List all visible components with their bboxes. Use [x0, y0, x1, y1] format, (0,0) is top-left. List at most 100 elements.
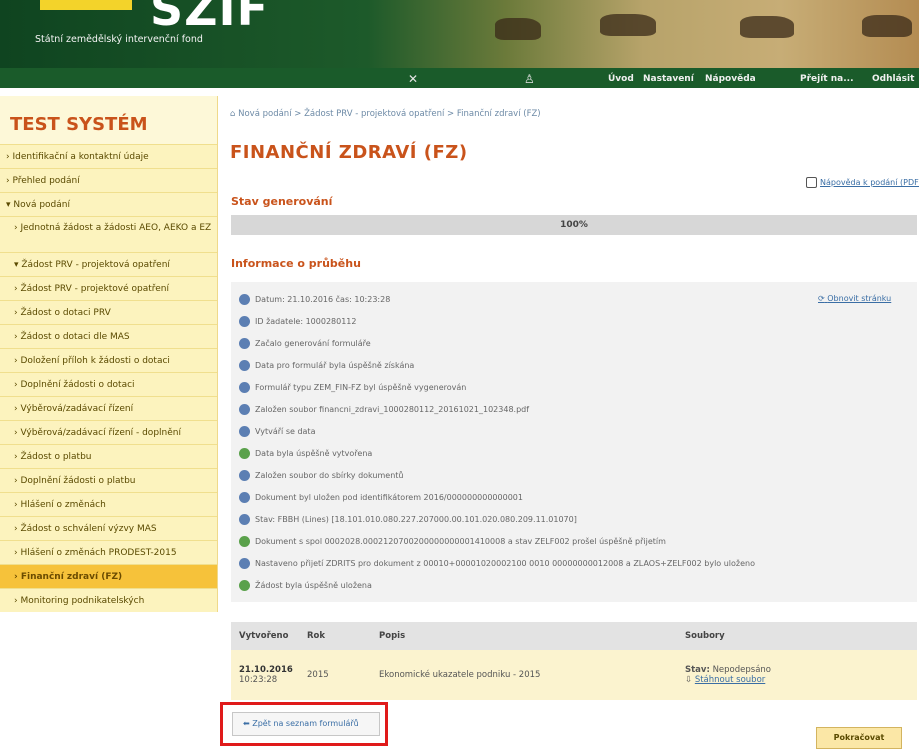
sidebar-item[interactable]: › Monitoring podnikatelských: [0, 588, 217, 612]
sidebar-title: TEST SYSTÉM: [0, 96, 217, 144]
info-icon: [239, 360, 250, 371]
download-link[interactable]: ⇩ Stáhnout soubor: [685, 675, 917, 685]
sidebar-item-label: Žádost PRV - projektové opatření: [20, 284, 169, 294]
document-icon: [806, 177, 817, 188]
page-title: FINANČNÍ ZDRAVÍ (FZ): [230, 142, 468, 163]
sidebar-item-label: Výběrová/zadávací řízení: [20, 404, 134, 414]
info-row: Data byla úspěšně vytvořena: [239, 448, 372, 459]
info-icon: [239, 294, 250, 305]
cow-image: [862, 15, 912, 37]
info-row: ID žadatele: 1000280112: [239, 316, 356, 327]
info-row: Dokument byl uložen pod identifikátorem …: [239, 492, 523, 503]
sidebar-item[interactable]: ▾ Nová podání: [0, 192, 217, 216]
breadcrumb-text[interactable]: Nová podání > Žádost PRV - projektová op…: [238, 109, 541, 119]
breadcrumb[interactable]: ⌂ Nová podání > Žádost PRV - projektová …: [230, 109, 541, 119]
success-icon: [239, 448, 250, 459]
info-row: Vytváří se data: [239, 426, 315, 437]
back-to-forms-button[interactable]: ⬅ Zpět na seznam formulářů: [232, 712, 380, 736]
sidebar-item-label: Žádost o dotaci dle MAS: [20, 332, 130, 342]
sidebar-item[interactable]: › Žádost PRV - projektové opatření: [0, 276, 217, 300]
success-icon: [239, 580, 250, 591]
sidebar-item[interactable]: › Žádost o dotaci dle MAS: [0, 324, 217, 348]
sidebar-item[interactable]: › Žádost o platbu: [0, 444, 217, 468]
download-link-label[interactable]: Stáhnout soubor: [695, 675, 765, 685]
sidebar-item[interactable]: › Přehled podání: [0, 168, 217, 192]
tools-icon[interactable]: ✕: [408, 72, 418, 86]
sidebar-item[interactable]: › Doplnění žádosti o dotaci: [0, 372, 217, 396]
sidebar-item-label: Výběrová/zadávací řízení - doplnění: [20, 428, 181, 438]
info-panel: Datum: 21.10.2016 čas: 10:23:28 ID žadat…: [231, 282, 917, 602]
sidebar-item-label: Hlášení o změnách: [20, 500, 106, 510]
created-date: 21.10.2016: [239, 665, 293, 675]
sidebar-item-active[interactable]: › Finanční zdraví (FZ): [0, 564, 217, 588]
created-time: 10:23:28: [239, 675, 278, 685]
home-icon[interactable]: ⌂: [230, 109, 235, 119]
info-row: Nastaveno přijetí ZDRITS pro dokument z …: [239, 558, 755, 569]
nav-uvod[interactable]: Úvod: [608, 74, 634, 84]
info-row-text: Dokument byl uložen pod identifikátorem …: [255, 493, 523, 502]
sidebar-item[interactable]: › Výběrová/zadávací řízení - doplnění: [0, 420, 217, 444]
info-icon: [239, 382, 250, 393]
info-row-text: Založen soubor financni_zdravi_100028011…: [255, 405, 530, 414]
info-row-text: Začalo generování formuláře: [255, 339, 371, 348]
info-icon: [239, 338, 250, 349]
info-icon: [239, 404, 250, 415]
info-row: Dokument s spol 0002028.0002120700200000…: [239, 536, 666, 547]
nav-prejit-na[interactable]: Přejít na...: [800, 74, 853, 84]
nav-odhlasit[interactable]: Odhlásit: [872, 74, 914, 84]
cell-created: 21.10.2016 10:23:28: [231, 650, 299, 700]
info-row-text: Dokument s spol 0002028.0002120700200000…: [255, 537, 666, 546]
logo[interactable]: SZIF: [150, 0, 269, 36]
info-icon: [239, 492, 250, 503]
sidebar-item-label: Žádost PRV - projektová opatření: [21, 260, 170, 270]
sidebar-item[interactable]: ▾ Žádost PRV - projektová opatření: [0, 252, 217, 276]
cell-files: Stav: Nepodepsáno ⇩ Stáhnout soubor: [677, 650, 917, 700]
logo-accent: [40, 0, 132, 10]
info-row-text: Data byla úspěšně vytvořena: [255, 449, 373, 458]
forms-table: Vytvořeno Rok Popis Soubory 21.10.2016 1…: [231, 622, 917, 700]
table-row: 21.10.2016 10:23:28 2015 Ekonomické ukaz…: [231, 650, 917, 700]
info-row-text: Datum: 21.10.2016 čas: 10:23:28: [255, 295, 391, 304]
info-row-text: ID žadatele: 1000280112: [255, 317, 357, 326]
sidebar-item-label: Doplnění žádosti o dotaci: [20, 380, 135, 390]
help-pdf-link[interactable]: Nápověda k podání (PDF): [806, 177, 919, 188]
sidebar-item[interactable]: › Žádost o dotaci PRV: [0, 300, 217, 324]
sidebar-item-label: Přehled podání: [12, 176, 80, 186]
sidebar-item[interactable]: › Identifikační a kontaktní údaje: [0, 144, 217, 168]
sidebar-item-label: Hlášení o změnách PRODEST-2015: [20, 548, 177, 558]
cell-description: Ekonomické ukazatele podniku - 2015: [371, 650, 677, 700]
user-icon[interactable]: ♙: [524, 72, 535, 86]
info-row: Formulář typu ZEM_FIN-FZ byl úspěšně vyg…: [239, 382, 466, 393]
info-row-text: Založen soubor do sbírky dokumentů: [255, 471, 404, 480]
refresh-link[interactable]: ⟳ Obnovit stránku: [818, 294, 891, 303]
col-files: Soubory: [677, 622, 917, 650]
arrow-left-icon: ⬅: [243, 719, 250, 728]
success-icon: [239, 536, 250, 547]
sidebar-item-label: Doplnění žádosti o platbu: [20, 476, 136, 486]
info-row-text: Formulář typu ZEM_FIN-FZ byl úspěšně vyg…: [255, 383, 467, 392]
info-row: Data pro formulář byla úspěšně získána: [239, 360, 414, 371]
info-icon: [239, 514, 250, 525]
info-row: Žádost byla úspěšně uložena: [239, 580, 372, 591]
sidebar-item[interactable]: › Doplnění žádosti o platbu: [0, 468, 217, 492]
info-row-text: Nastaveno přijetí ZDRITS pro dokument z …: [255, 559, 756, 568]
sidebar-item[interactable]: › Jednotná žádost a žádosti AEO, AEKO a …: [0, 216, 217, 252]
sidebar-item[interactable]: › Doložení příloh k žádosti o dotaci: [0, 348, 217, 372]
cow-image: [495, 18, 541, 40]
table-header-row: Vytvořeno Rok Popis Soubory: [231, 622, 917, 650]
sidebar-item-label: Monitoring podnikatelských: [20, 596, 145, 606]
sidebar-item-label: Finanční zdraví (FZ): [20, 572, 123, 582]
sidebar-item[interactable]: › Hlášení o změnách PRODEST-2015: [0, 540, 217, 564]
info-icon: [239, 470, 250, 481]
nav-napoveda[interactable]: Nápověda: [705, 74, 756, 84]
continue-button[interactable]: Pokračovat: [816, 727, 902, 749]
nav-nastaveni[interactable]: Nastavení: [643, 74, 694, 84]
sidebar-item[interactable]: › Žádost o schválení výzvy MAS: [0, 516, 217, 540]
sidebar-item[interactable]: › Výběrová/zadávací řízení: [0, 396, 217, 420]
info-row: Stav: FBBH (Lines) [18.101.010.080.227.2…: [239, 514, 577, 525]
sidebar-item-label: Žádost o dotaci PRV: [20, 308, 111, 318]
sidebar-item[interactable]: › Hlášení o změnách: [0, 492, 217, 516]
file-status-label: Stav:: [685, 665, 710, 675]
progress-bar: 100%: [231, 215, 917, 235]
info-icon: [239, 316, 250, 327]
